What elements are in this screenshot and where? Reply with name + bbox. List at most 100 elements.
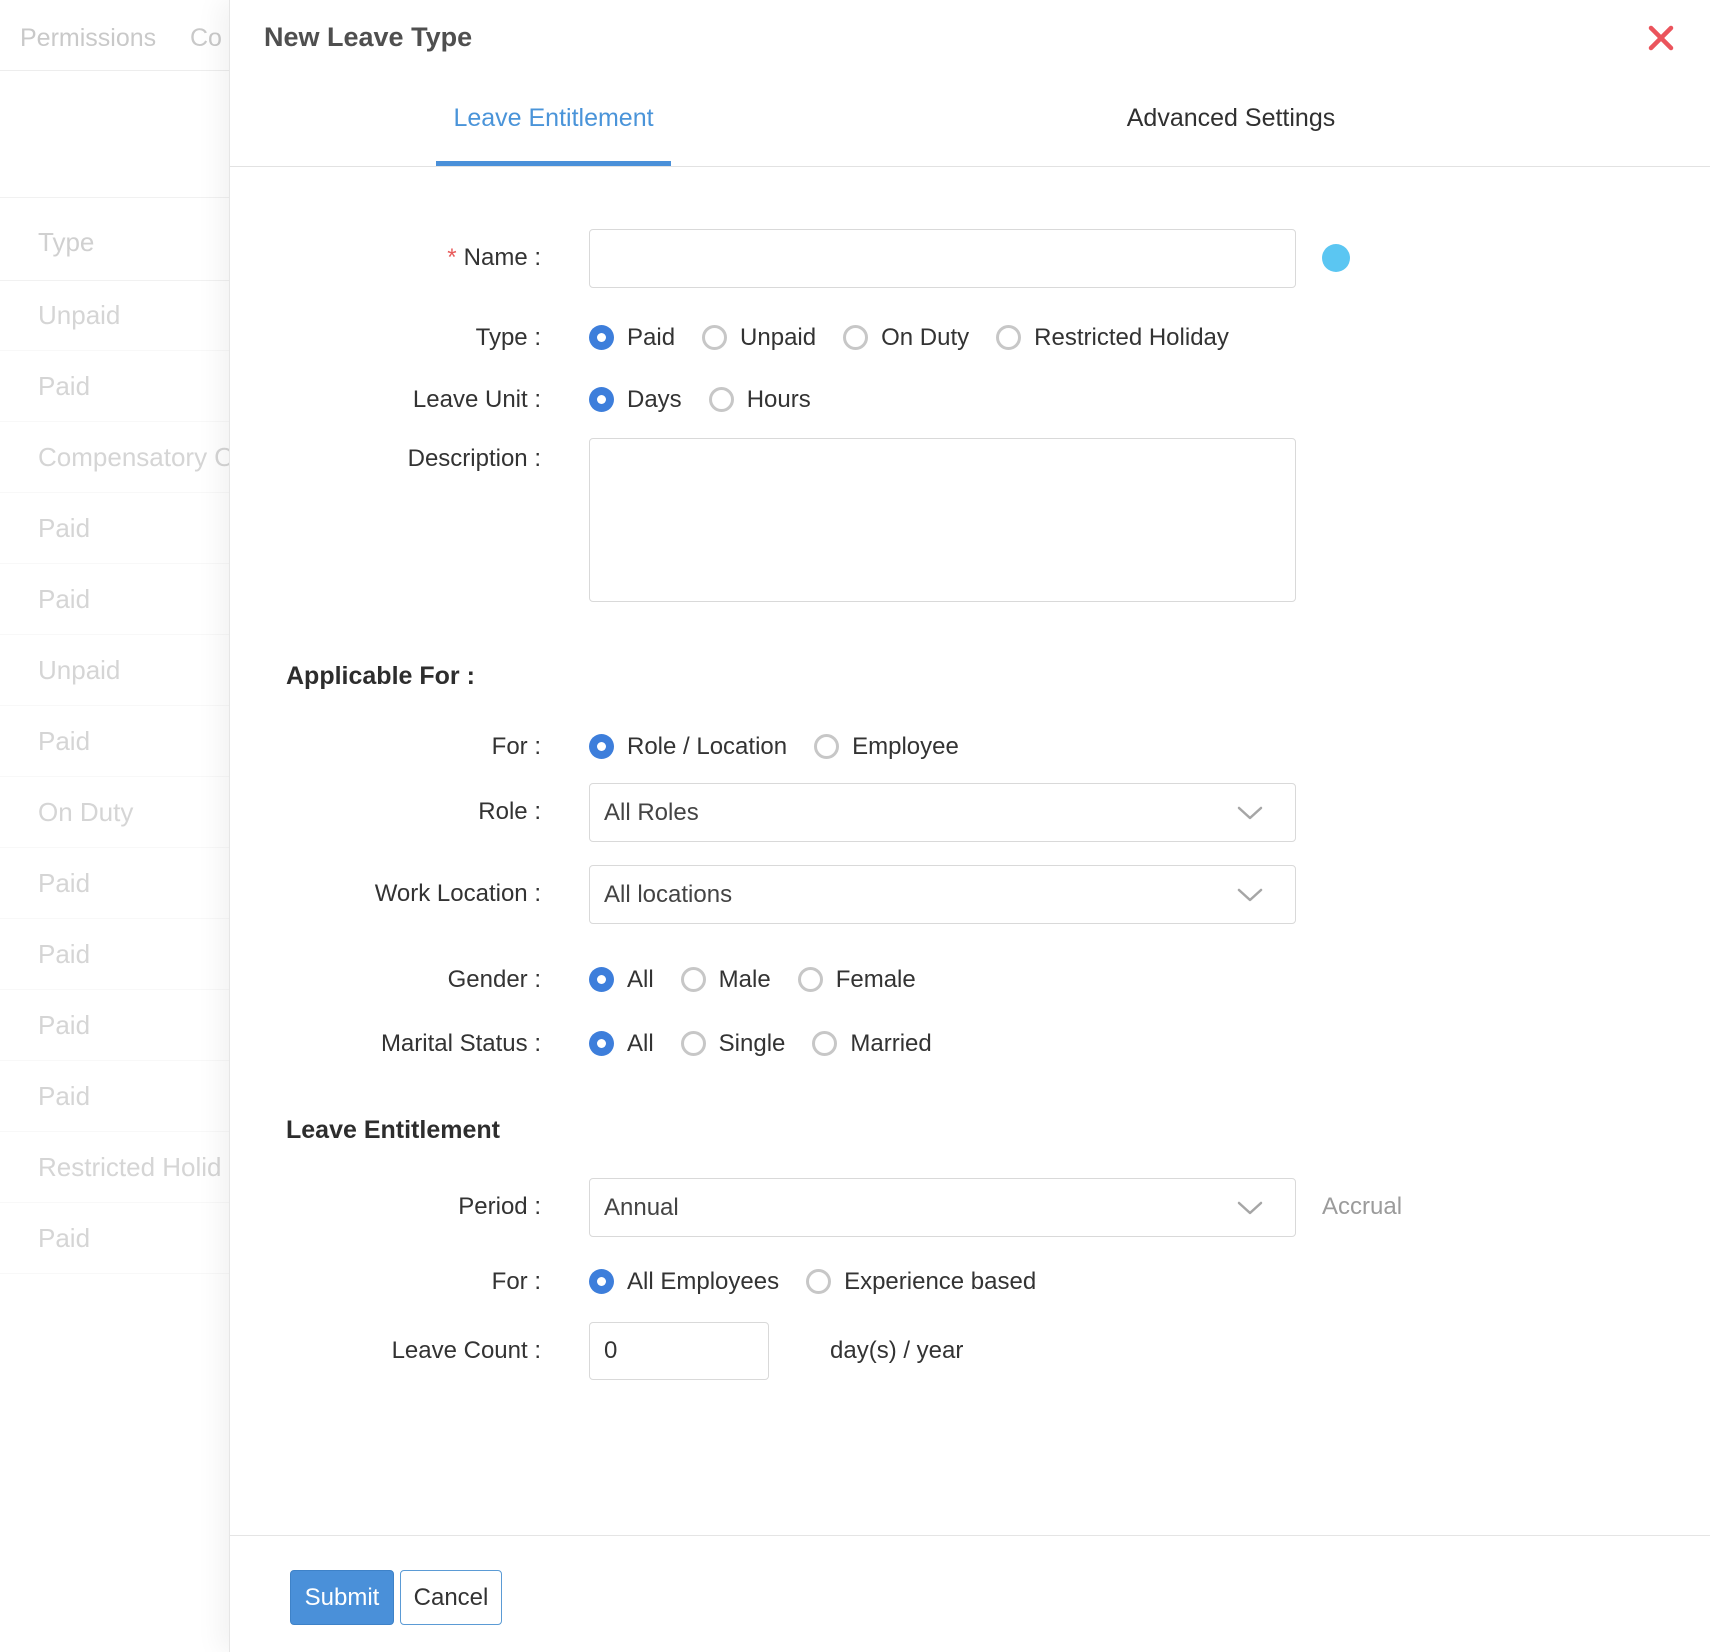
radio-option-female[interactable]: Female: [798, 967, 916, 992]
radio-option-all-marital[interactable]: All: [589, 1031, 654, 1056]
bg-list-item: Paid: [0, 351, 229, 422]
tab-leave-entitlement[interactable]: Leave Entitlement: [436, 104, 671, 133]
work-location-label: Work Location :: [230, 879, 541, 909]
type-radio-group: Paid Unpaid On Duty Restricted Holiday: [589, 325, 1229, 350]
bg-list-item: On Duty: [0, 777, 229, 848]
radio-option-employee[interactable]: Employee: [814, 734, 959, 759]
background-tab-clipped: Co: [190, 24, 222, 53]
radio-option-days[interactable]: Days: [589, 387, 682, 412]
entitlement-for-radio-group: All Employees Experience based: [589, 1269, 1036, 1294]
bg-list-item: Restricted Holid: [0, 1132, 229, 1203]
active-tab-underline: [436, 161, 671, 166]
close-icon: [1648, 25, 1674, 51]
modal-tabbar: Leave Entitlement Advanced Settings: [230, 72, 1710, 167]
bg-list-item: Paid: [0, 848, 229, 919]
background-topbar: Permissions Co: [0, 0, 229, 71]
radio-unselected-icon[interactable]: [812, 1031, 837, 1056]
role-dropdown-value: All Roles: [604, 784, 699, 841]
radio-option-single[interactable]: Single: [681, 1031, 786, 1056]
background-page: Permissions Co Type Unpaid Paid Compensa…: [0, 0, 229, 1652]
period-label: Period :: [230, 1192, 541, 1222]
radio-option-all-gender[interactable]: All: [589, 967, 654, 992]
radio-option-experience-based[interactable]: Experience based: [806, 1269, 1036, 1294]
footer-divider: [230, 1535, 1710, 1536]
radio-selected-icon[interactable]: [589, 1031, 614, 1056]
background-column-header: Type: [38, 227, 94, 258]
entitlement-for-label: For :: [230, 1267, 541, 1297]
radio-option-unpaid[interactable]: Unpaid: [702, 325, 816, 350]
bg-list-item: Paid: [0, 1061, 229, 1132]
bg-list-item: Paid: [0, 1203, 229, 1274]
radio-option-role-location[interactable]: Role / Location: [589, 734, 787, 759]
radio-option-all-employees[interactable]: All Employees: [589, 1269, 779, 1294]
name-input[interactable]: [589, 229, 1296, 288]
bg-list-item: Compensatory O: [0, 422, 229, 493]
bg-list-item: Unpaid: [0, 635, 229, 706]
radio-option-on-duty[interactable]: On Duty: [843, 325, 969, 350]
leave-count-input[interactable]: [589, 1322, 769, 1380]
marital-status-radio-group: All Single Married: [589, 1031, 932, 1056]
radio-unselected-icon[interactable]: [843, 325, 868, 350]
work-location-dropdown[interactable]: All locations: [589, 865, 1296, 924]
background-tab-permissions: Permissions: [20, 24, 156, 53]
close-button[interactable]: [1643, 20, 1679, 56]
gender-radio-group: All Male Female: [589, 967, 916, 992]
applicable-for-heading: Applicable For :: [286, 661, 475, 691]
chevron-down-icon: [1237, 1201, 1263, 1215]
period-dropdown[interactable]: Annual: [589, 1178, 1296, 1237]
radio-unselected-icon[interactable]: [814, 734, 839, 759]
required-asterisk: *: [447, 244, 456, 271]
notification-dot: [1322, 244, 1350, 272]
radio-option-male[interactable]: Male: [681, 967, 771, 992]
bg-list-item: Paid: [0, 493, 229, 564]
accrual-label: Accrual: [1322, 1192, 1402, 1222]
chevron-down-icon: [1237, 888, 1263, 902]
radio-selected-icon[interactable]: [589, 734, 614, 759]
period-dropdown-value: Annual: [604, 1179, 679, 1236]
description-textarea[interactable]: [589, 438, 1296, 602]
leave-entitlement-heading: Leave Entitlement: [286, 1115, 500, 1145]
submit-button[interactable]: Submit: [290, 1570, 394, 1625]
radio-unselected-icon[interactable]: [681, 1031, 706, 1056]
modal-header: New Leave Type: [230, 0, 1710, 73]
bg-list-item: Paid: [0, 706, 229, 777]
gender-label: Gender :: [230, 965, 541, 995]
leave-unit-radio-group: Days Hours: [589, 387, 811, 412]
role-label: Role :: [230, 797, 541, 827]
chevron-down-icon: [1237, 806, 1263, 820]
bg-list-item: Paid: [0, 990, 229, 1061]
role-dropdown[interactable]: All Roles: [589, 783, 1296, 842]
background-divider: [0, 197, 229, 198]
bg-list-item: Paid: [0, 919, 229, 990]
radio-unselected-icon[interactable]: [709, 387, 734, 412]
radio-unselected-icon[interactable]: [806, 1269, 831, 1294]
radio-unselected-icon[interactable]: [681, 967, 706, 992]
type-label: Type :: [230, 323, 541, 353]
applicable-for-label: For :: [230, 732, 541, 762]
radio-unselected-icon[interactable]: [798, 967, 823, 992]
cancel-button[interactable]: Cancel: [400, 1570, 502, 1625]
new-leave-type-modal: New Leave Type Leave Entitlement Advance…: [229, 0, 1710, 1652]
radio-selected-icon[interactable]: [589, 967, 614, 992]
background-leave-type-list: Unpaid Paid Compensatory O Paid Paid Unp…: [0, 280, 229, 1274]
marital-status-label: Marital Status :: [230, 1029, 541, 1059]
radio-option-hours[interactable]: Hours: [709, 387, 811, 412]
radio-option-married[interactable]: Married: [812, 1031, 931, 1056]
radio-selected-icon[interactable]: [589, 325, 614, 350]
leave-count-suffix: day(s) / year: [830, 1336, 963, 1366]
tab-advanced-settings[interactable]: Advanced Settings: [1126, 104, 1336, 133]
radio-unselected-icon[interactable]: [996, 325, 1021, 350]
work-location-dropdown-value: All locations: [604, 866, 732, 923]
leave-count-label: Leave Count :: [230, 1336, 541, 1366]
radio-unselected-icon[interactable]: [702, 325, 727, 350]
leave-unit-label: Leave Unit :: [230, 385, 541, 415]
description-label: Description :: [230, 444, 541, 474]
radio-option-paid[interactable]: Paid: [589, 325, 675, 350]
radio-selected-icon[interactable]: [589, 1269, 614, 1294]
radio-selected-icon[interactable]: [589, 387, 614, 412]
name-label: *Name :: [230, 243, 541, 273]
modal-title: New Leave Type: [264, 22, 472, 53]
radio-option-restricted-holiday[interactable]: Restricted Holiday: [996, 325, 1229, 350]
applicable-for-radio-group: Role / Location Employee: [589, 734, 959, 759]
bg-list-item: Unpaid: [0, 280, 229, 351]
